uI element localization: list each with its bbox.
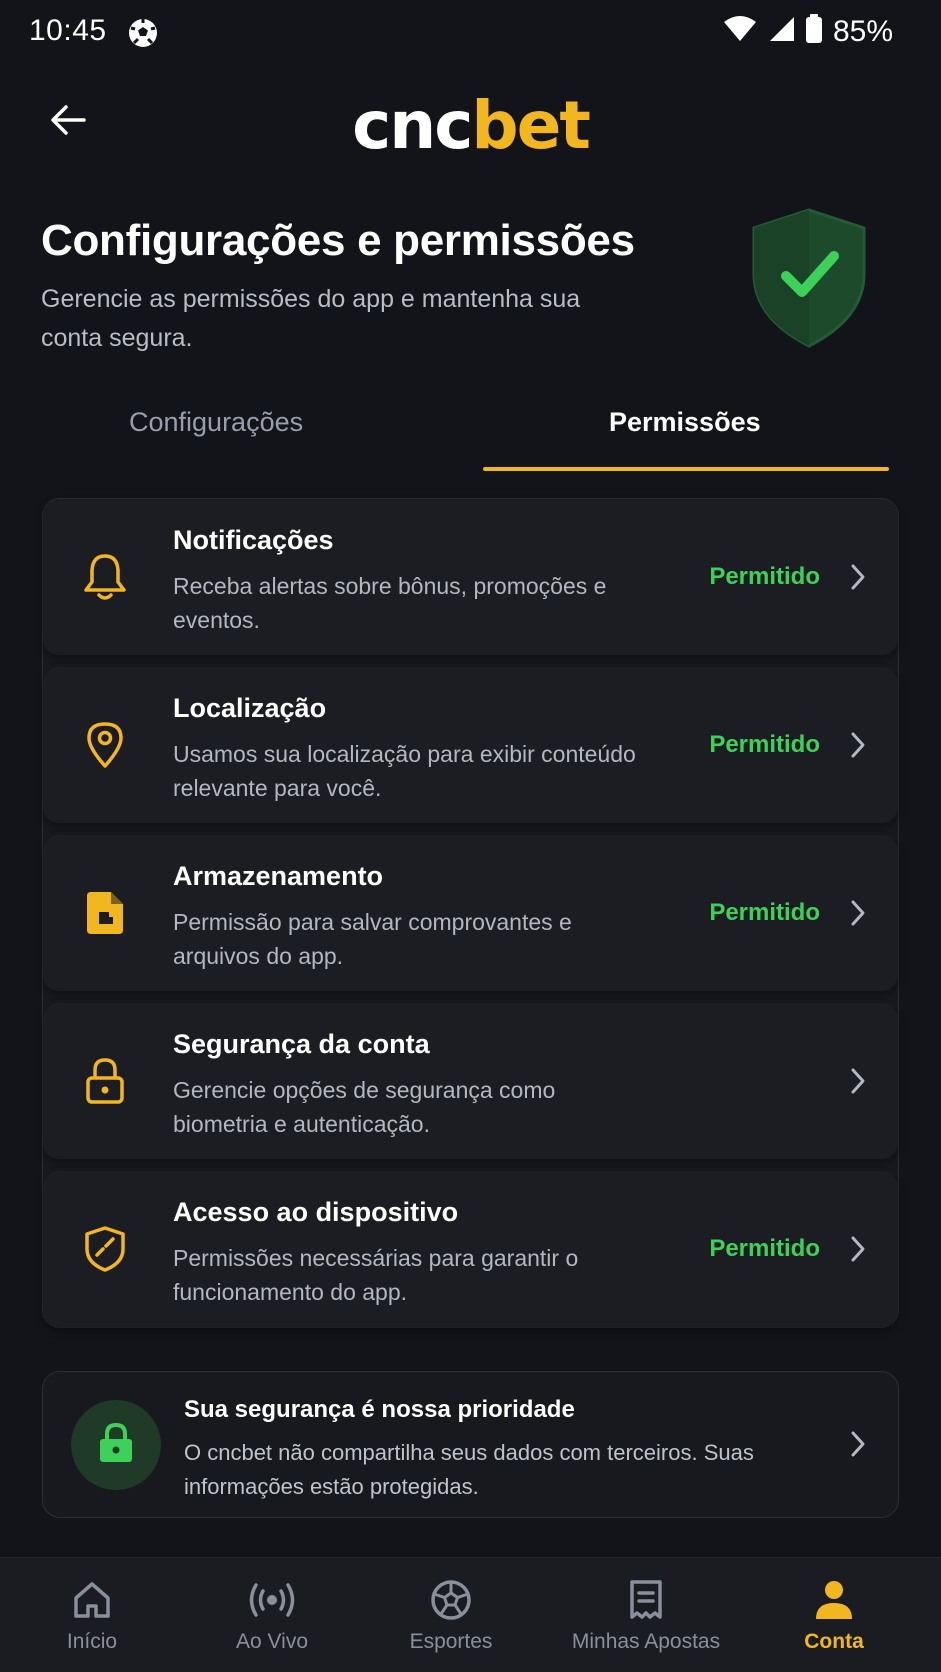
permission-description: Gerencie opções de segurança como biomet… xyxy=(173,1077,556,1137)
nav-item-inicio[interactable]: Início xyxy=(32,1558,152,1672)
logo: cncbet xyxy=(0,86,941,166)
nav-item-esportes[interactable]: Esportes xyxy=(391,1558,511,1672)
bottom-navigation: Início Ao Vivo Esportes Minhas Apostas C… xyxy=(0,1557,941,1672)
signal-icon xyxy=(767,15,795,48)
home-icon xyxy=(72,1578,112,1622)
permission-item-notificacoes[interactable]: Notificações Receba alertas sobre bônus,… xyxy=(43,499,898,655)
nav-item-ao-vivo[interactable]: Ao Vivo xyxy=(212,1558,332,1672)
battery-percent: 85% xyxy=(832,14,893,48)
permission-description: Permissões necessárias para garantir o f… xyxy=(173,1245,579,1305)
permission-list: Notificações Receba alertas sobre bônus,… xyxy=(42,498,899,1328)
lock-icon xyxy=(79,1055,131,1107)
receipt-icon xyxy=(628,1578,664,1622)
page-subtitle: Gerencie as permissões do app e mantenha… xyxy=(41,285,581,352)
permission-item-acesso-ao-dispositivo[interactable]: Acesso ao dispositivo Permissões necessá… xyxy=(43,1171,898,1327)
chevron-right-icon xyxy=(846,730,870,760)
permission-status: Permitido xyxy=(709,899,820,926)
permission-status: Permitido xyxy=(709,731,820,758)
permission-description: Receba alertas sobre bônus, promoções e … xyxy=(173,573,607,633)
nav-label: Conta xyxy=(804,1630,864,1653)
lock-icon xyxy=(98,1422,134,1469)
permission-status: Permitido xyxy=(709,563,820,590)
bell-icon xyxy=(79,551,131,603)
permission-item-seguranca-da-conta[interactable]: Segurança da conta Gerencie opções de se… xyxy=(43,1003,898,1159)
battery-icon xyxy=(805,14,823,49)
chevron-right-icon xyxy=(846,562,870,592)
permission-description: Permissão para salvar comprovantes e arq… xyxy=(173,909,572,969)
chevron-right-icon xyxy=(846,898,870,928)
permission-title: Armazenamento xyxy=(173,861,384,891)
shield-check-icon xyxy=(748,206,870,355)
security-info-card[interactable]: Sua segurança é nossa prioridade O cncbe… xyxy=(42,1371,899,1518)
user-icon xyxy=(814,1578,854,1622)
status-bar: 10:45 85% xyxy=(0,0,941,68)
tab-bar: Configurações Permissões xyxy=(0,395,941,473)
chevron-right-icon xyxy=(846,1066,870,1096)
logo-bet: bet xyxy=(471,87,591,164)
wifi-icon xyxy=(723,15,757,48)
nav-label: Ao Vivo xyxy=(236,1630,308,1653)
nav-item-conta[interactable]: Conta xyxy=(774,1558,894,1672)
soccer-ball-icon xyxy=(430,1578,472,1622)
permission-title: Notificações xyxy=(173,525,334,555)
location-pin-icon xyxy=(79,719,131,771)
security-card-title: Sua segurança é nossa prioridade xyxy=(184,1396,575,1423)
permission-status: Permitido xyxy=(709,1235,820,1262)
permission-item-localizacao[interactable]: Localização Usamos sua localização para … xyxy=(43,667,898,823)
chevron-right-icon xyxy=(846,1234,870,1264)
nav-label: Esportes xyxy=(409,1630,493,1653)
permission-description: Usamos sua localização para exibir conte… xyxy=(173,741,636,801)
chevron-right-icon xyxy=(846,1429,870,1459)
status-time: 10:45 xyxy=(29,14,107,47)
file-icon xyxy=(79,887,131,939)
permission-item-armazenamento[interactable]: Armazenamento Permissão para salvar comp… xyxy=(43,835,898,991)
logo-cnc: cnc xyxy=(352,87,473,164)
permission-title: Localização xyxy=(173,693,327,723)
nav-label: Início xyxy=(66,1630,118,1653)
permission-title: Segurança da conta xyxy=(173,1029,430,1059)
security-icon-badge xyxy=(71,1400,161,1490)
page-title: Configurações e permissões xyxy=(41,216,635,265)
nav-label: Minhas Apostas xyxy=(571,1630,721,1653)
tab-configuracoes[interactable]: Configurações xyxy=(129,407,303,438)
tab-permissoes[interactable]: Permissões xyxy=(609,407,761,438)
active-tab-indicator xyxy=(483,467,889,471)
security-card-description: O cncbet não compartilha seus dados com … xyxy=(184,1440,754,1499)
nav-item-minhas-apostas[interactable]: Minhas Apostas xyxy=(556,1558,736,1672)
permission-title: Acesso ao dispositivo xyxy=(173,1197,459,1227)
soccer-ball-icon xyxy=(127,17,159,54)
live-broadcast-icon xyxy=(248,1578,296,1622)
shield-check-icon xyxy=(79,1223,131,1275)
